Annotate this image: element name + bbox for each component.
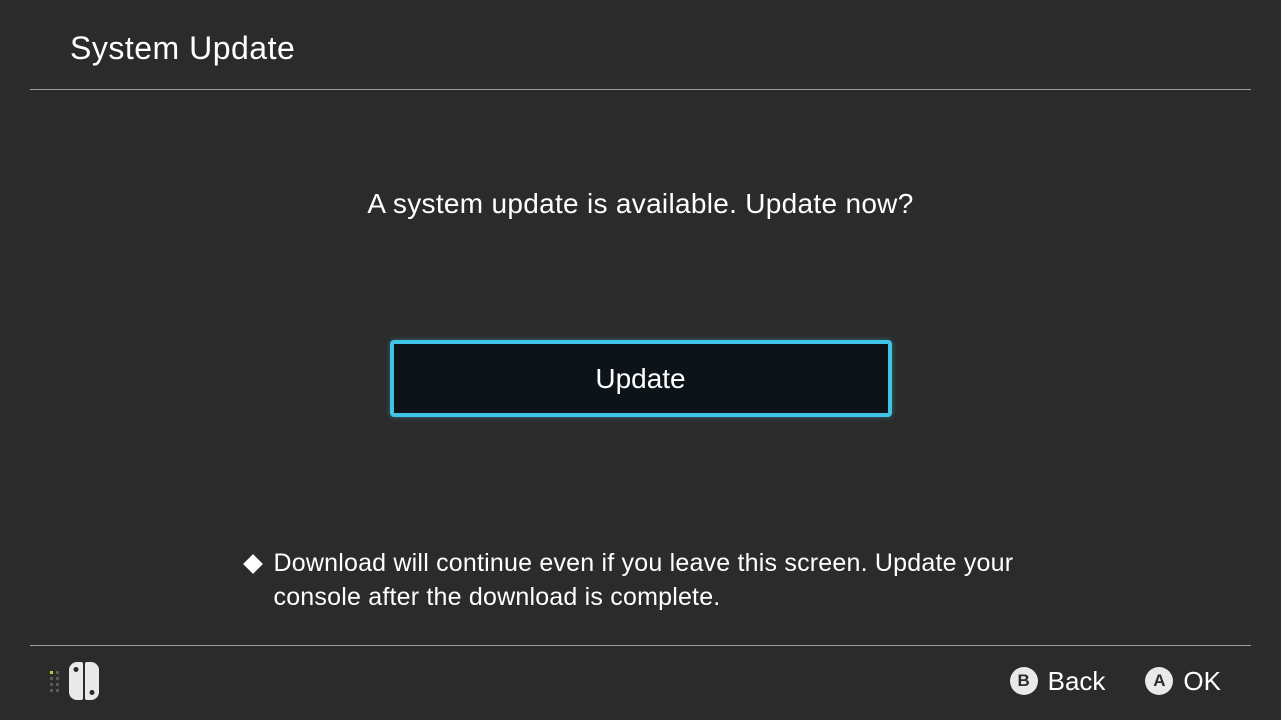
controller-indicator-icon: [50, 662, 99, 700]
note-text: Download will continue even if you leave…: [274, 547, 1036, 615]
ok-action[interactable]: A OK: [1145, 666, 1221, 697]
bullet-diamond-icon: [243, 554, 263, 574]
note-row: Download will continue even if you leave…: [246, 547, 1036, 615]
update-button-label: Update: [595, 363, 685, 395]
footer: B Back A OK: [0, 646, 1281, 720]
b-button-icon: B: [1010, 667, 1038, 695]
back-action[interactable]: B Back: [1010, 666, 1106, 697]
update-button[interactable]: Update: [390, 340, 892, 417]
player-dots-icon: [50, 671, 59, 692]
ok-label: OK: [1183, 666, 1221, 697]
joycon-pair-icon: [69, 662, 99, 700]
back-label: Back: [1048, 666, 1106, 697]
update-prompt: A system update is available. Update now…: [367, 188, 913, 220]
a-button-icon: A: [1145, 667, 1173, 695]
footer-actions: B Back A OK: [1010, 666, 1221, 697]
header: System Update: [0, 0, 1281, 89]
main-content: A system update is available. Update now…: [0, 90, 1281, 645]
joycon-right-icon: [85, 662, 99, 700]
joycon-left-icon: [69, 662, 83, 700]
page-title: System Update: [70, 30, 1281, 67]
